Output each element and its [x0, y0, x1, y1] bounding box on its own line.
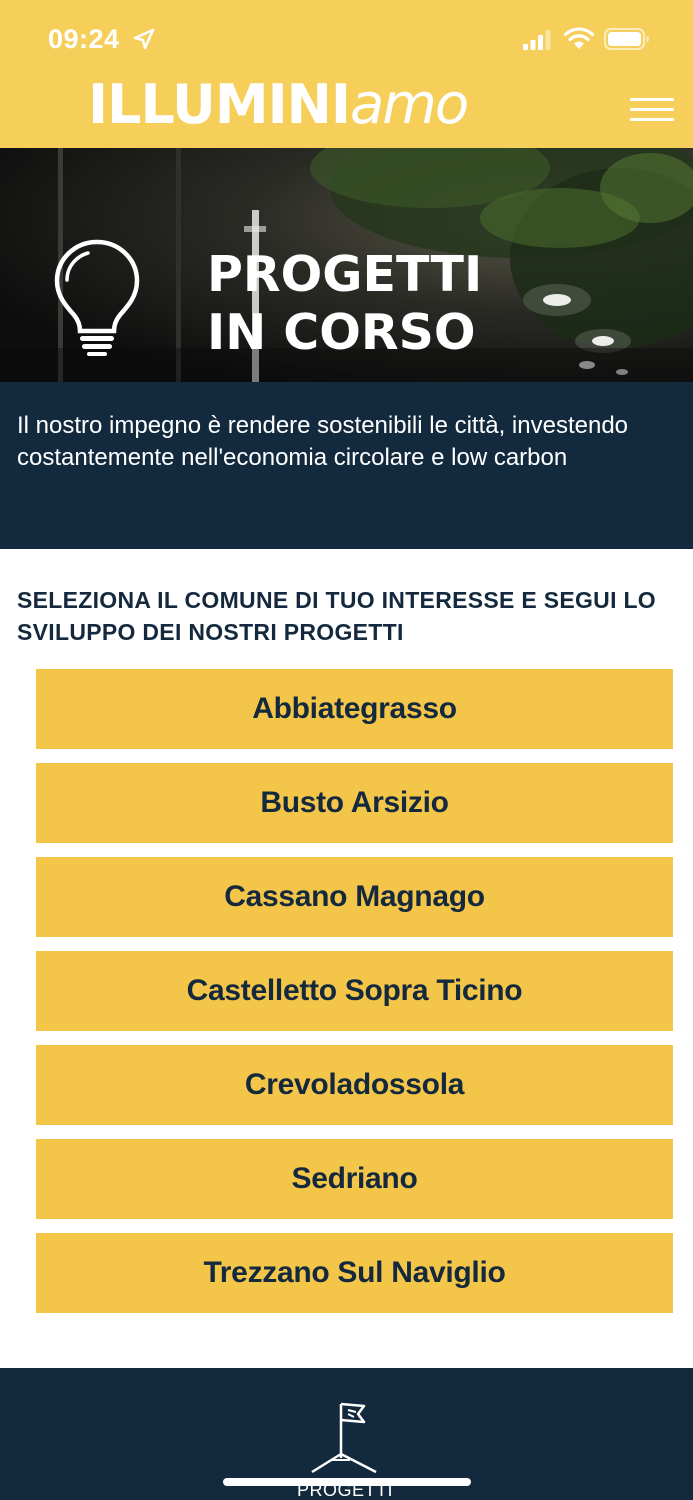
logo-bold-text: ILLUMINI: [88, 73, 351, 136]
location-arrow-icon: [133, 28, 155, 50]
city-button-cassano-magnago[interactable]: Cassano Magnago: [36, 857, 673, 937]
hero-title: PROGETTI IN CORSO: [207, 246, 482, 362]
city-button-sedriano[interactable]: Sedriano: [36, 1139, 673, 1219]
app-logo: ILLUMINI amo: [88, 72, 469, 137]
city-button-abbiategrasso[interactable]: Abbiategrasso: [36, 669, 673, 749]
wifi-icon: [564, 27, 594, 49]
light-bulb-icon: [54, 239, 140, 356]
hero-banner: PROGETTI IN CORSO: [0, 148, 693, 382]
city-button-trezzano-sul-naviglio[interactable]: Trezzano Sul Naviglio: [36, 1233, 673, 1313]
city-button-castelletto-sopra-ticino[interactable]: Castelletto Sopra Ticino: [36, 951, 673, 1031]
battery-icon: [604, 28, 649, 50]
intro-text: Il nostro impegno è rendere sostenibili …: [17, 412, 629, 471]
hero-title-line2: IN CORSO: [207, 304, 476, 361]
city-list: Abbiategrasso Busto Arsizio Cassano Magn…: [36, 669, 673, 1327]
logo-light-text: amo: [349, 72, 469, 137]
home-indicator[interactable]: [223, 1478, 471, 1486]
city-button-crevoladossola[interactable]: Crevoladossola: [36, 1045, 673, 1125]
flag-icon: [311, 1402, 377, 1474]
intro-section: Il nostro impegno è rendere sostenibili …: [0, 382, 693, 549]
hamburger-menu-icon[interactable]: [630, 98, 674, 128]
cellular-signal-icon: [523, 30, 551, 50]
city-button-busto-arsizio[interactable]: Busto Arsizio: [36, 763, 673, 843]
hero-title-line1: PROGETTI: [207, 246, 483, 303]
select-heading: SELEZIONA IL COMUNE DI TUO INTERESSE E S…: [17, 587, 656, 645]
status-time: 09:24: [48, 24, 120, 54]
app-header: 09:24 ILLUMINI amo: [0, 0, 693, 148]
